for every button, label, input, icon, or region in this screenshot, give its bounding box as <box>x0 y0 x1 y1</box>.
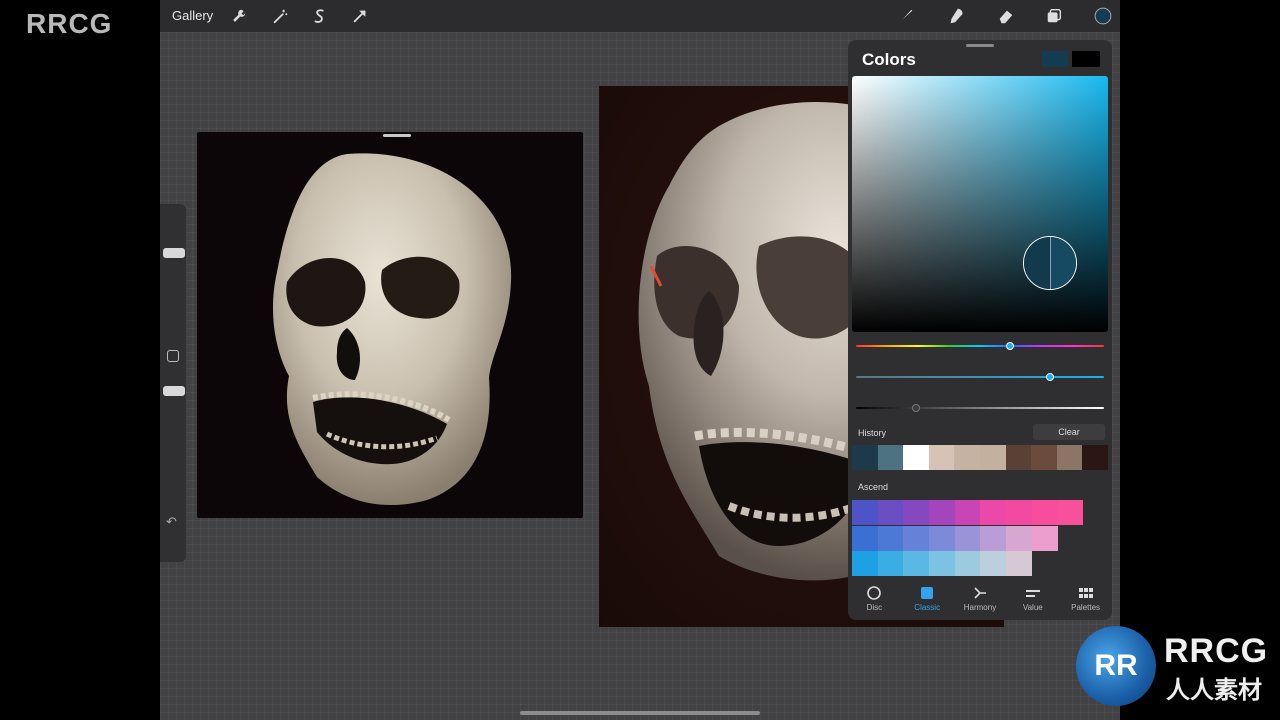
history-label: History <box>858 428 887 438</box>
panel-grab-handle[interactable] <box>966 44 994 47</box>
selection-icon[interactable] <box>310 6 330 26</box>
history-swatch[interactable] <box>1005 445 1032 470</box>
gallery-button[interactable]: Gallery <box>172 8 213 23</box>
top-toolbar: Gallery <box>160 0 1120 32</box>
transform-icon[interactable] <box>350 6 370 26</box>
palette-row <box>852 525 1058 551</box>
brightness-slider-knob[interactable] <box>912 404 920 412</box>
disc-icon <box>848 585 900 601</box>
layers-icon[interactable] <box>1044 6 1064 26</box>
harmony-icon <box>954 585 1006 601</box>
palette-swatch[interactable] <box>903 525 930 551</box>
procreate-app: Gallery ↶ Colors History Clear Ascend Di… <box>160 0 1120 720</box>
tab-label: Value <box>1022 603 1043 612</box>
palette-swatch[interactable] <box>929 551 955 576</box>
palette-swatch[interactable] <box>852 525 878 551</box>
palette-swatch[interactable] <box>1031 500 1058 525</box>
color-picker-cursor[interactable] <box>1023 236 1077 290</box>
tab-value[interactable]: Value <box>1007 582 1059 620</box>
palette-name: Ascend <box>858 482 889 492</box>
modify-button[interactable] <box>167 350 179 362</box>
tab-label: Harmony <box>963 603 997 612</box>
clear-history-button[interactable]: Clear <box>1033 424 1105 440</box>
tab-label: Disc <box>866 603 883 612</box>
palette-swatch[interactable] <box>852 500 878 525</box>
tab-palettes[interactable]: Palettes <box>1060 582 1112 620</box>
logo-text: RRCG <box>1164 632 1269 670</box>
reference-skull-image <box>273 153 512 506</box>
history-swatch[interactable] <box>979 445 1006 470</box>
palette-swatch[interactable] <box>980 525 1007 551</box>
reference-window[interactable] <box>197 132 583 518</box>
palette-swatch[interactable] <box>877 500 904 525</box>
wrench-icon[interactable] <box>229 6 249 26</box>
history-swatch[interactable] <box>877 445 904 470</box>
smudge-icon[interactable] <box>946 6 966 26</box>
color-swatch-button[interactable] <box>1091 4 1115 28</box>
history-swatch[interactable] <box>954 445 980 470</box>
tab-harmony[interactable]: Harmony <box>954 582 1006 620</box>
logo-subtext: 人人素材 <box>1166 676 1262 704</box>
palette-swatch[interactable] <box>1006 525 1032 551</box>
palette-swatch[interactable] <box>877 551 904 576</box>
history-swatch[interactable] <box>1031 445 1057 470</box>
brightness-slider[interactable] <box>856 404 1104 412</box>
palette-swatch[interactable] <box>929 525 955 551</box>
palette-swatch[interactable] <box>903 551 930 576</box>
tab-label: Palettes <box>1071 603 1101 612</box>
tab-classic[interactable]: Classic <box>901 582 953 620</box>
palette-grid <box>852 500 1108 576</box>
hue-slider-knob[interactable] <box>1006 342 1014 350</box>
palette-swatch[interactable] <box>852 551 878 576</box>
history-swatch[interactable] <box>1082 445 1108 470</box>
logo-badge: RR <box>1076 626 1156 706</box>
history-swatch[interactable] <box>928 445 955 470</box>
saturation-slider[interactable] <box>856 373 1104 381</box>
right-letterbox <box>1120 0 1280 720</box>
history-swatch[interactable] <box>852 445 878 470</box>
tab-disc[interactable]: Disc <box>848 582 900 620</box>
value-icon <box>1007 585 1059 601</box>
history-swatches <box>852 445 1108 470</box>
left-letterbox <box>0 0 160 720</box>
palette-swatch[interactable] <box>903 500 930 525</box>
eraser-icon[interactable] <box>996 6 1016 26</box>
palette-row <box>852 500 1084 525</box>
palette-swatch[interactable] <box>1057 500 1084 525</box>
undo-icon[interactable]: ↶ <box>166 514 177 530</box>
brush-opacity-slider[interactable] <box>163 386 185 396</box>
palette-swatch[interactable] <box>929 500 955 525</box>
palette-swatch[interactable] <box>980 551 1007 576</box>
history-swatch[interactable] <box>903 445 929 470</box>
palette-swatch[interactable] <box>954 551 981 576</box>
palette-swatch[interactable] <box>954 525 981 551</box>
palettes-icon <box>1060 585 1112 601</box>
magic-wand-icon[interactable] <box>270 6 290 26</box>
colors-panel-title: Colors <box>862 50 916 69</box>
palette-swatch[interactable] <box>1031 525 1058 551</box>
palette-swatch[interactable] <box>980 500 1007 525</box>
secondary-color-swatch[interactable] <box>1072 51 1100 67</box>
palette-swatch[interactable] <box>877 525 904 551</box>
color-mode-tabs: Disc Classic Harmony Value Palettes <box>848 582 1112 620</box>
hue-slider[interactable] <box>856 342 1104 350</box>
brush-size-slider[interactable] <box>163 248 185 258</box>
palette-swatch[interactable] <box>1006 500 1032 525</box>
palette-row <box>852 551 1032 576</box>
brush-icon[interactable] <box>896 6 916 26</box>
classic-icon <box>901 585 953 601</box>
history-swatch[interactable] <box>1056 445 1083 470</box>
saturation-value-square[interactable] <box>852 76 1108 332</box>
tab-label: Classic <box>914 603 941 612</box>
palette-swatch[interactable] <box>954 500 981 525</box>
colors-panel: Colors History Clear Ascend Disc Classic H… <box>848 40 1112 620</box>
saturation-slider-knob[interactable] <box>1046 373 1054 381</box>
brush-sidebar: ↶ <box>160 204 186 562</box>
watermark-text: RRCG <box>26 8 113 39</box>
home-indicator <box>520 711 760 715</box>
palette-swatch[interactable] <box>1006 551 1032 576</box>
brand-logo: RR RRCG 人人素材 <box>1076 624 1276 716</box>
primary-color-swatch[interactable] <box>1042 51 1068 67</box>
reference-window-handle[interactable] <box>383 134 411 137</box>
